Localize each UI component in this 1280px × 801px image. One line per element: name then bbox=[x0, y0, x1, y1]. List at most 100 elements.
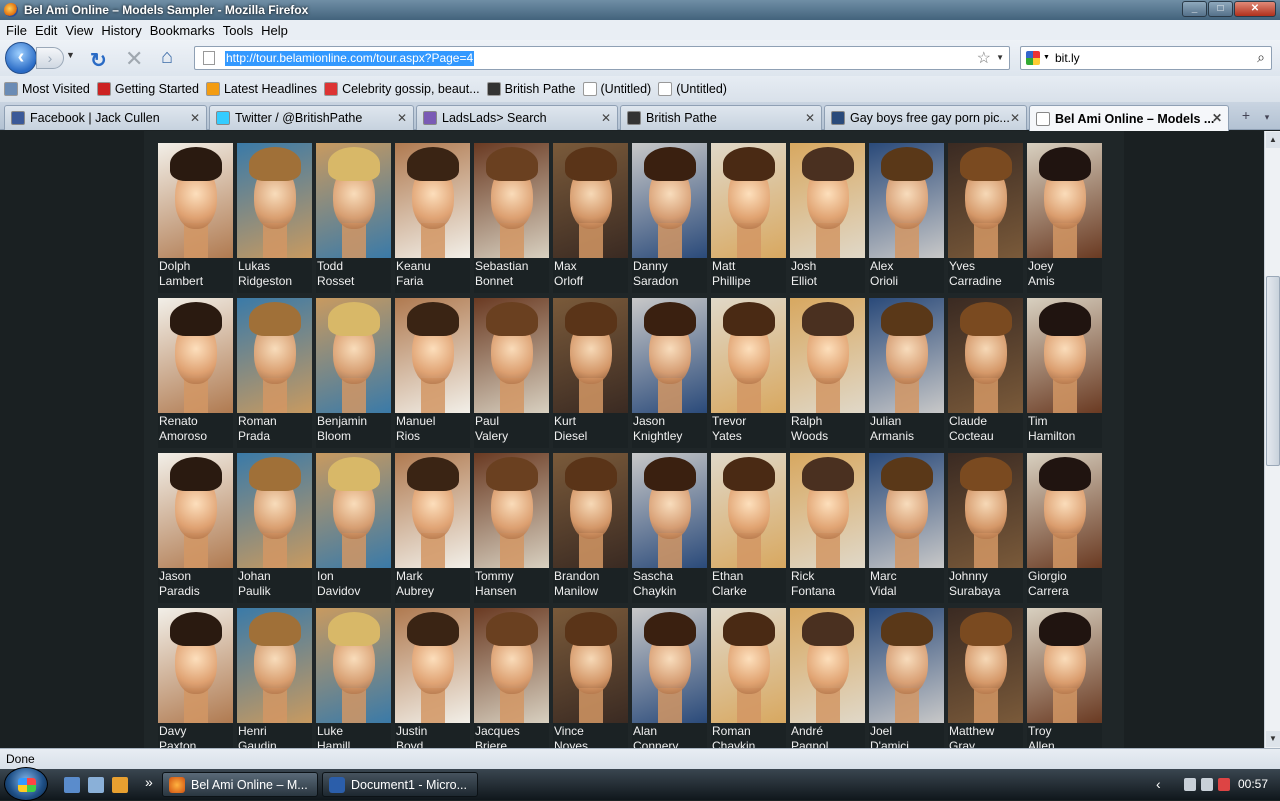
model-photo[interactable] bbox=[316, 143, 391, 258]
model-card[interactable]: Julian Armanis bbox=[869, 298, 944, 448]
bookmark-item[interactable]: Most Visited bbox=[4, 82, 90, 96]
stop-icon[interactable]: ✕ bbox=[125, 46, 143, 72]
home-icon[interactable]: ⌂ bbox=[161, 46, 173, 69]
model-name[interactable]: Dolph Lambert bbox=[158, 258, 233, 289]
battery-icon[interactable] bbox=[1184, 778, 1196, 791]
search-bar[interactable]: ▼ bit.ly ⌕ bbox=[1020, 46, 1272, 70]
model-photo[interactable] bbox=[158, 453, 233, 568]
model-card[interactable]: Jacques Briere bbox=[474, 608, 549, 748]
bookmark-item[interactable]: Latest Headlines bbox=[205, 82, 317, 96]
model-photo[interactable] bbox=[474, 608, 549, 723]
model-name[interactable]: Johan Paulik bbox=[237, 568, 312, 599]
model-name[interactable]: Mark Aubrey bbox=[395, 568, 470, 599]
model-name[interactable]: Trevor Yates bbox=[711, 413, 786, 444]
menu-history[interactable]: History bbox=[99, 23, 147, 38]
model-name[interactable]: Yves Carradine bbox=[948, 258, 1023, 289]
model-photo[interactable] bbox=[632, 453, 707, 568]
model-card[interactable]: Alan Connery bbox=[632, 608, 707, 748]
model-card[interactable]: Jason Paradis bbox=[158, 453, 233, 603]
model-photo[interactable] bbox=[237, 453, 312, 568]
start-button[interactable] bbox=[4, 767, 48, 801]
model-name[interactable]: Kurt Diesel bbox=[553, 413, 628, 444]
model-photo[interactable] bbox=[237, 298, 312, 413]
tab-4[interactable]: British Pathe ✕ bbox=[620, 105, 822, 130]
model-photo[interactable] bbox=[474, 453, 549, 568]
model-name[interactable]: Danny Saradon bbox=[632, 258, 707, 289]
model-photo[interactable] bbox=[711, 143, 786, 258]
model-card[interactable]: Manuel Rios bbox=[395, 298, 470, 448]
model-name[interactable]: Roman Chaykin bbox=[711, 723, 786, 748]
tab-close-icon[interactable]: ✕ bbox=[601, 111, 611, 125]
menu-help[interactable]: Help bbox=[259, 23, 294, 38]
model-photo[interactable] bbox=[632, 298, 707, 413]
model-photo[interactable] bbox=[1027, 298, 1102, 413]
model-name[interactable]: Manuel Rios bbox=[395, 413, 470, 444]
model-photo[interactable] bbox=[948, 143, 1023, 258]
model-card[interactable]: Claude Cocteau bbox=[948, 298, 1023, 448]
quick-launch-more-icon[interactable]: » bbox=[145, 774, 153, 790]
model-card[interactable]: André Pagnol bbox=[790, 608, 865, 748]
model-name[interactable]: Sebastian Bonnet bbox=[474, 258, 549, 289]
model-photo[interactable] bbox=[553, 453, 628, 568]
model-name[interactable]: Sascha Chaykin bbox=[632, 568, 707, 599]
model-photo[interactable] bbox=[869, 143, 944, 258]
bookmark-item[interactable]: (Untitled) bbox=[582, 82, 651, 96]
model-card[interactable]: Kurt Diesel bbox=[553, 298, 628, 448]
model-name[interactable]: Troy Allen bbox=[1027, 723, 1102, 748]
model-card[interactable]: Troy Allen bbox=[1027, 608, 1102, 748]
model-card[interactable]: Danny Saradon bbox=[632, 143, 707, 293]
model-card[interactable]: Sascha Chaykin bbox=[632, 453, 707, 603]
model-photo[interactable] bbox=[316, 298, 391, 413]
model-name[interactable]: André Pagnol bbox=[790, 723, 865, 748]
url-dropdown-icon[interactable]: ▼ bbox=[996, 53, 1004, 62]
model-photo[interactable] bbox=[790, 143, 865, 258]
model-photo[interactable] bbox=[395, 143, 470, 258]
model-photo[interactable] bbox=[316, 453, 391, 568]
model-photo[interactable] bbox=[474, 143, 549, 258]
model-name[interactable]: Brandon Manilow bbox=[553, 568, 628, 599]
history-dropdown-icon[interactable]: ▼ bbox=[66, 50, 75, 60]
model-name[interactable]: Giorgio Carrera bbox=[1027, 568, 1102, 599]
model-photo[interactable] bbox=[948, 608, 1023, 723]
model-card[interactable]: Vince Noyes bbox=[553, 608, 628, 748]
model-card[interactable]: Keanu Faria bbox=[395, 143, 470, 293]
model-name[interactable]: Matthew Gray bbox=[948, 723, 1023, 748]
tab-1[interactable]: Facebook | Jack Cullen ✕ bbox=[4, 105, 207, 130]
model-card[interactable]: Dolph Lambert bbox=[158, 143, 233, 293]
model-name[interactable]: Roman Prada bbox=[237, 413, 312, 444]
model-card[interactable]: Todd Rosset bbox=[316, 143, 391, 293]
bookmark-item[interactable]: Getting Started bbox=[96, 82, 199, 96]
volume-muted-icon[interactable] bbox=[1218, 778, 1230, 791]
model-name[interactable]: Claude Cocteau bbox=[948, 413, 1023, 444]
model-card[interactable]: Jason Knightley bbox=[632, 298, 707, 448]
model-card[interactable]: Ethan Clarke bbox=[711, 453, 786, 603]
scroll-thumb[interactable] bbox=[1266, 276, 1280, 466]
bookmark-item[interactable]: (Untitled) bbox=[658, 82, 727, 96]
model-name[interactable]: Marc Vidal bbox=[869, 568, 944, 599]
model-name[interactable]: Matt Phillipe bbox=[711, 258, 786, 289]
model-photo[interactable] bbox=[790, 608, 865, 723]
model-card[interactable]: Sebastian Bonnet bbox=[474, 143, 549, 293]
menu-file[interactable]: File bbox=[4, 23, 33, 38]
minimize-button[interactable]: _ bbox=[1182, 1, 1207, 17]
forward-button[interactable]: › bbox=[36, 47, 64, 69]
model-name[interactable]: Todd Rosset bbox=[316, 258, 391, 289]
model-card[interactable]: Luke Hamill bbox=[316, 608, 391, 748]
task-word[interactable]: Document1 - Micro... bbox=[322, 772, 478, 797]
switch-windows-icon[interactable] bbox=[88, 777, 104, 793]
model-name[interactable]: Jason Paradis bbox=[158, 568, 233, 599]
model-name[interactable]: Ralph Woods bbox=[790, 413, 865, 444]
menu-bookmarks[interactable]: Bookmarks bbox=[148, 23, 221, 38]
model-name[interactable]: Alan Connery bbox=[632, 723, 707, 748]
model-name[interactable]: Josh Elliot bbox=[790, 258, 865, 289]
model-name[interactable]: Alex Orioli bbox=[869, 258, 944, 289]
tab-close-icon[interactable]: ✕ bbox=[190, 111, 200, 125]
model-photo[interactable] bbox=[158, 608, 233, 723]
model-photo[interactable] bbox=[1027, 143, 1102, 258]
model-card[interactable]: Ralph Woods bbox=[790, 298, 865, 448]
model-photo[interactable] bbox=[237, 143, 312, 258]
tab-close-icon[interactable]: ✕ bbox=[805, 111, 815, 125]
model-card[interactable]: Benjamin Bloom bbox=[316, 298, 391, 448]
model-name[interactable]: Keanu Faria bbox=[395, 258, 470, 289]
model-card[interactable]: Marc Vidal bbox=[869, 453, 944, 603]
